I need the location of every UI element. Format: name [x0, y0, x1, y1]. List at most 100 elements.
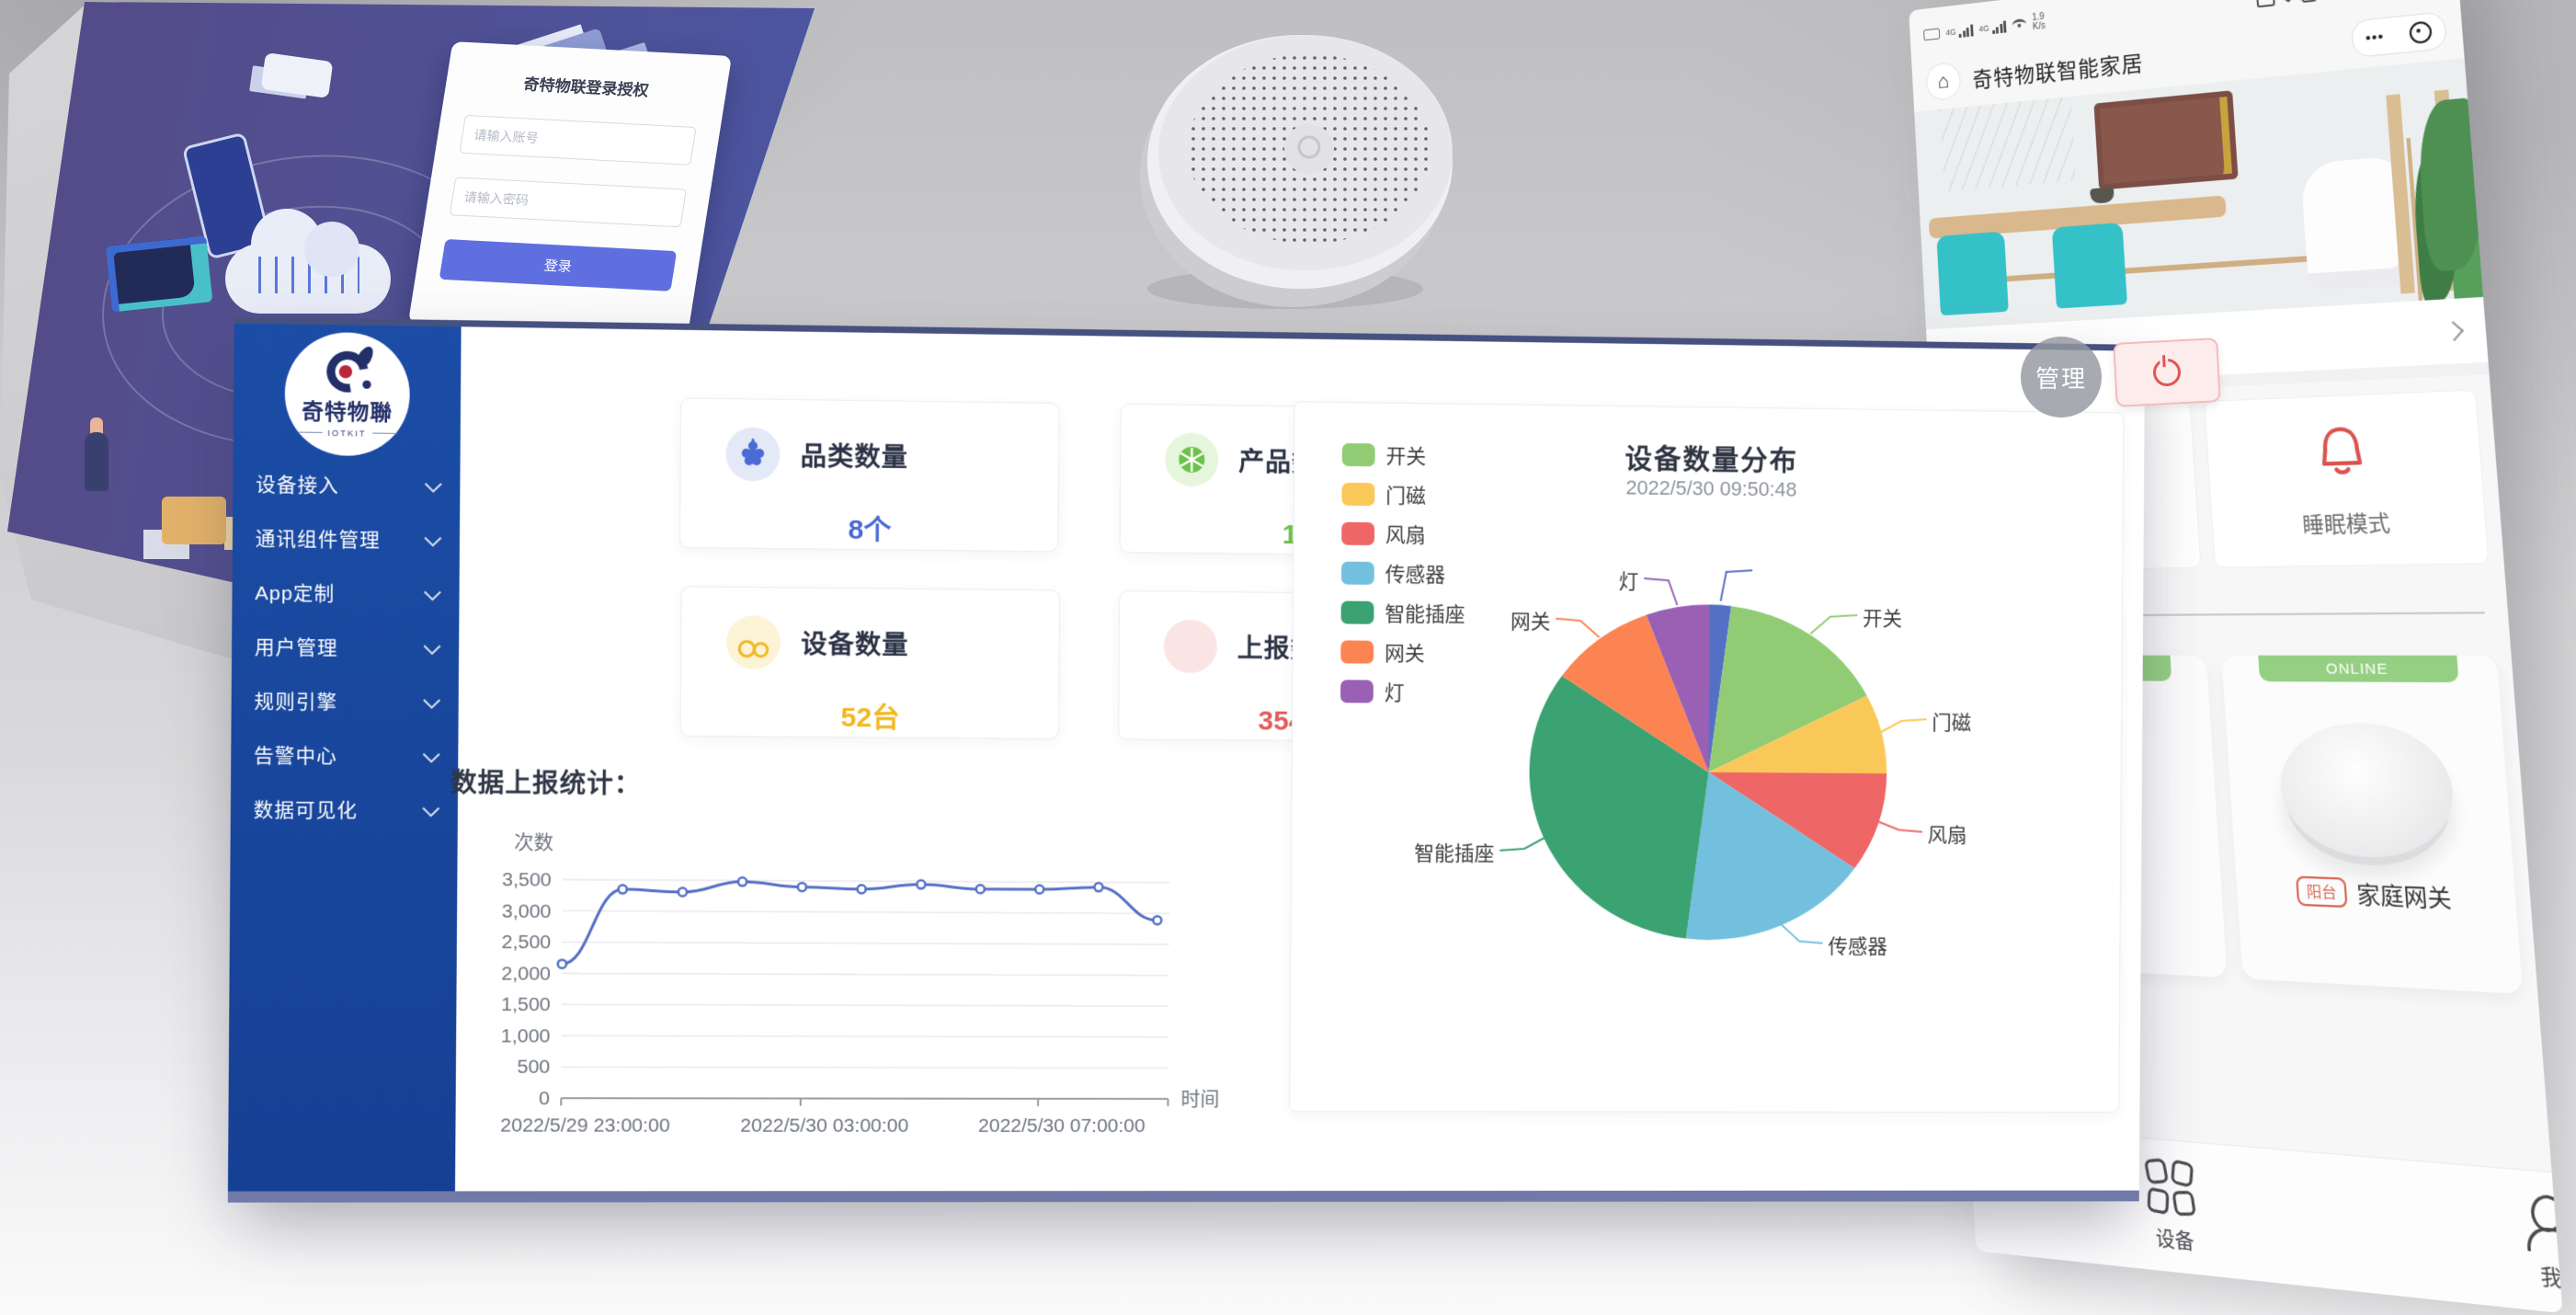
mode-card-label: 睡眠模式 — [2301, 505, 2391, 539]
sidebar-item[interactable]: 用户管理 — [232, 619, 459, 675]
legend-label: 网关 — [1385, 637, 1425, 667]
legend-label: 智能插座 — [1385, 598, 1465, 628]
pie-slice-label: 智能插座 — [1414, 837, 1494, 866]
sidebar-item-label: 数据可见化 — [254, 795, 359, 823]
legend-swatch-icon — [1340, 640, 1373, 663]
online-badge: ONLINE — [2259, 656, 2459, 682]
device-card[interactable]: ONLINE 阳台家庭网关 — [2221, 656, 2523, 994]
svg-text:时间: 时间 — [1180, 1088, 1219, 1110]
wifi-icon — [2012, 18, 2026, 31]
wall-art-icon — [2093, 90, 2238, 189]
legend-swatch-icon — [1341, 561, 1374, 584]
net-speed-unit: K/s — [2033, 21, 2046, 33]
app-title: 奇特物联智能家居 — [1972, 45, 2145, 94]
sidebar-menu: 设备接入通讯组件管理 App定制用户管理规则引擎告警中心数据可见化 — [231, 456, 461, 837]
home-icon[interactable]: ⌂ — [1925, 62, 1961, 101]
svg-text:0: 0 — [539, 1088, 550, 1109]
sidebar-item[interactable]: App定制 — [232, 565, 459, 621]
sidebar-item[interactable]: 告警中心 — [231, 727, 458, 783]
line-chart-title: 数据上报统计： — [450, 762, 642, 801]
bell-icon — [2308, 421, 2376, 488]
person-figure-icon — [85, 432, 108, 491]
vibrate-icon — [2301, 0, 2317, 3]
nfc-icon — [2256, 0, 2275, 7]
sidebar-item[interactable]: 通讯组件管理 — [233, 510, 460, 567]
power-button[interactable] — [2113, 337, 2221, 407]
sidebar-item-label: 规则引擎 — [254, 686, 337, 715]
cloud-icon — [225, 244, 391, 314]
dashboard-main: 品类数量8个产品数量13个设备数量52台上报数据量35440条 数据上报统计： … — [455, 326, 2145, 1191]
legend-label: 风扇 — [1385, 519, 1426, 548]
pie-slice-label: 风扇 — [1928, 819, 1967, 849]
pear-icon — [1164, 620, 1217, 674]
legend-label: 传感器 — [1385, 558, 1446, 589]
legend-label: 开关 — [1385, 440, 1426, 470]
legend-item[interactable]: 门磁 — [1341, 479, 1465, 509]
sidebar-item-label: 告警中心 — [254, 740, 337, 769]
svg-text:2,500: 2,500 — [501, 932, 551, 953]
pie-slice-label: 灯 — [1619, 566, 1639, 595]
svg-text:500: 500 — [517, 1057, 550, 1078]
sidebar-item[interactable]: 数据可见化 — [231, 782, 458, 837]
svg-text:1,000: 1,000 — [501, 1025, 551, 1046]
stat-card-value: 8个 — [680, 504, 1058, 549]
tab-label: 我 — [2539, 1259, 2563, 1293]
cherry-icon — [726, 615, 781, 669]
stat-card-value: 52台 — [681, 692, 1059, 736]
login-button[interactable]: 登录 — [439, 239, 678, 292]
sidebar: 奇特物聯 IOTKIT 设备接入通讯组件管理App定制用户管理规则引擎告警中心数… — [228, 324, 462, 1192]
mode-card[interactable]: 睡眠模式 — [2204, 389, 2490, 567]
legend-item[interactable]: 网关 — [1340, 636, 1465, 667]
legend-swatch-icon — [1342, 442, 1375, 465]
legend-swatch-icon — [1341, 482, 1374, 505]
account-input[interactable] — [459, 115, 696, 166]
svg-text:2022/5/30 07:00:00: 2022/5/30 07:00:00 — [978, 1115, 1146, 1136]
boxes-icon — [162, 497, 226, 544]
svg-text:2022/5/29 23:00:00: 2022/5/29 23:00:00 — [500, 1115, 670, 1136]
svg-text:2022/5/30 03:00:00: 2022/5/30 03:00:00 — [740, 1115, 908, 1136]
tab-item-devices[interactable]: 设备 — [2145, 1158, 2201, 1256]
tab-item-me[interactable]: 我 — [2516, 1190, 2562, 1295]
legend-item[interactable]: 智能插座 — [1341, 598, 1465, 628]
chevron-down-icon — [423, 746, 440, 763]
chevron-down-icon — [422, 799, 439, 817]
chair-icon — [1936, 232, 2009, 316]
plant-icon — [2415, 97, 2483, 272]
sidebar-item-label: 通讯组件管理 — [256, 524, 381, 554]
stat-card: 品类数量8个 — [679, 397, 1060, 552]
device-name-row: 阳台家庭网关 — [2296, 873, 2453, 914]
stat-card: 设备数量52台 — [680, 586, 1061, 739]
line-chart: 05001,0001,5002,0002,5003,0003,5002022/5… — [474, 809, 1230, 1136]
password-input[interactable] — [450, 177, 687, 227]
svg-text:次数: 次数 — [514, 831, 553, 853]
grapes-icon — [725, 427, 780, 481]
legend-item[interactable]: 开关 — [1342, 440, 1466, 471]
close-capsule-icon[interactable] — [2409, 20, 2433, 44]
legend-swatch-icon — [1341, 521, 1374, 544]
brand-subtitle: IOTKIT — [297, 428, 396, 439]
legend-swatch-icon — [1340, 680, 1373, 703]
chevron-down-icon — [424, 583, 441, 600]
login-card: 奇特物联登录授权 登录 — [408, 41, 732, 337]
chevron-down-icon — [424, 529, 441, 546]
legend-item[interactable]: 灯 — [1340, 676, 1465, 706]
dashboard-window: 奇特物聯 IOTKIT 设备接入通讯组件管理App定制用户管理规则引擎告警中心数… — [228, 317, 2145, 1203]
monitor-icon — [106, 235, 213, 312]
miniprogram-pill: ••• — [2351, 11, 2447, 58]
signal-bars-icon — [1991, 19, 2006, 34]
network-type-label: 4G — [1945, 28, 1956, 38]
tab-label: 设备 — [2155, 1221, 2195, 1255]
pie-slice-label: 传感器 — [1828, 931, 1887, 960]
circuit-pins-icon — [258, 257, 359, 293]
user-icon — [2516, 1190, 2562, 1252]
legend-item[interactable]: 传感器 — [1341, 558, 1465, 589]
manage-button[interactable]: 管理 — [2021, 337, 2102, 417]
legend-label: 灯 — [1385, 677, 1405, 706]
more-menu-icon[interactable]: ••• — [2365, 28, 2385, 46]
sidebar-item[interactable]: 设备接入 — [233, 456, 460, 513]
pie-slice-label: 开关 — [1863, 602, 1902, 632]
lime-icon — [1165, 432, 1218, 486]
legend-item[interactable]: 风扇 — [1341, 519, 1465, 549]
sidebar-item[interactable]: 规则引擎 — [231, 673, 458, 729]
cup-icon — [2090, 187, 2114, 203]
